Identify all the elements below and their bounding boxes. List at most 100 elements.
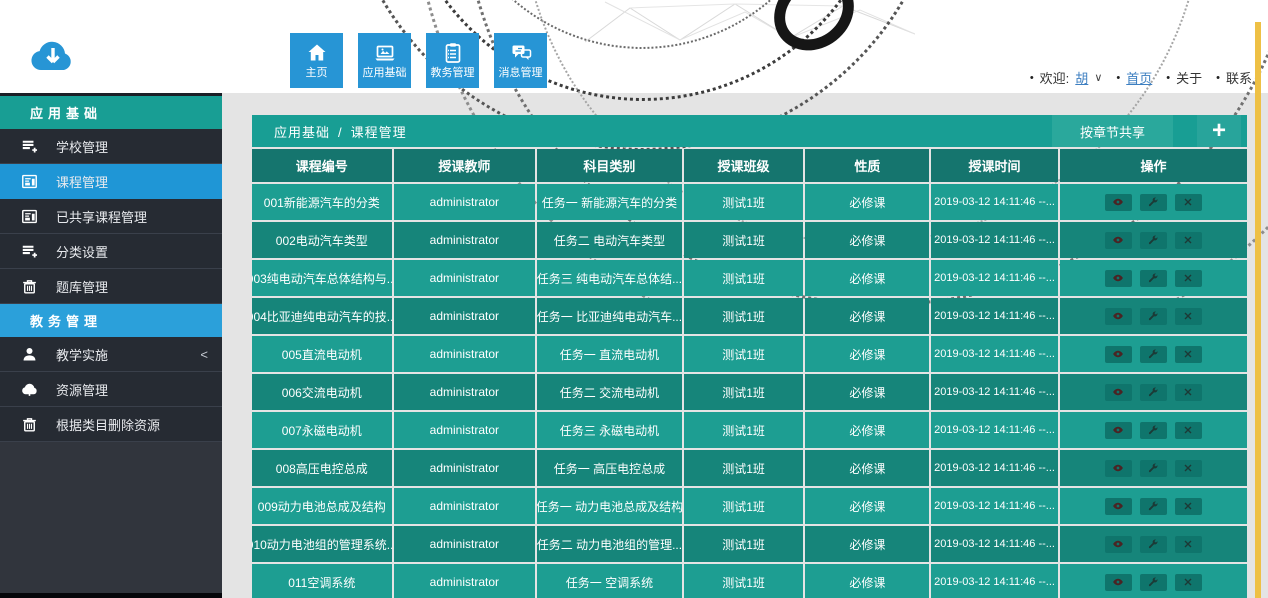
- nav-button-应用基础[interactable]: 应用基础: [358, 33, 411, 88]
- list-add-icon: [20, 137, 42, 155]
- delete-button[interactable]: [1175, 460, 1202, 477]
- cell-time: 2019-03-12 14:11:46 --...: [931, 336, 1058, 372]
- edit-button[interactable]: [1140, 422, 1167, 439]
- nav-button-教务管理[interactable]: 教务管理: [426, 33, 479, 88]
- edit-button[interactable]: [1140, 194, 1167, 211]
- edit-button[interactable]: [1140, 232, 1167, 249]
- edit-button[interactable]: [1140, 574, 1167, 591]
- cell-actions: [1060, 298, 1247, 334]
- eye-icon: [1112, 196, 1124, 208]
- trash-icon: [20, 415, 42, 433]
- header-link-联系[interactable]: 联系: [1226, 68, 1252, 87]
- user-link[interactable]: 胡: [1075, 68, 1088, 87]
- column-header-课程编号: 课程编号: [252, 149, 392, 182]
- wrench-icon: [1147, 462, 1159, 474]
- breadcrumb: 应用基础/课程管理: [252, 122, 407, 141]
- sidebar-filler: [0, 442, 222, 593]
- view-button[interactable]: [1105, 232, 1132, 249]
- cell-code: 001新能源汽车的分类: [252, 184, 392, 220]
- sidebar-section-应用基础: 应用基础: [0, 96, 222, 129]
- cell-nature: 必修课: [805, 564, 929, 598]
- sidebar-item-资源管理[interactable]: 资源管理: [0, 372, 222, 407]
- wrench-icon: [1147, 576, 1159, 588]
- chat-icon: [509, 40, 533, 66]
- view-button[interactable]: [1105, 194, 1132, 211]
- cell-actions: [1060, 260, 1247, 296]
- home-icon: [305, 40, 329, 66]
- cell-class: 测试1班: [684, 526, 804, 562]
- delete-button[interactable]: [1175, 308, 1202, 325]
- cell-nature: 必修课: [805, 260, 929, 296]
- table-row: 008高压电控总成administrator任务一 高压电控总成测试1班必修课2…: [252, 450, 1247, 486]
- close-icon: [1182, 272, 1194, 284]
- cell-teacher: administrator: [394, 260, 536, 296]
- sidebar-item-label: 根据类目删除资源: [56, 415, 160, 434]
- sidebar-item-题库管理[interactable]: 题库管理: [0, 269, 222, 304]
- share-by-chapter-button[interactable]: 按章节共享: [1052, 115, 1173, 147]
- sidebar-item-课程管理[interactable]: 课程管理: [0, 164, 222, 199]
- cell-class: 测试1班: [684, 374, 804, 410]
- header-link-首页[interactable]: 首页: [1126, 68, 1152, 87]
- close-icon: [1182, 196, 1194, 208]
- sidebar-item-根据类目删除资源[interactable]: 根据类目删除资源: [0, 407, 222, 442]
- trash-icon: [20, 277, 42, 295]
- delete-button[interactable]: [1175, 574, 1202, 591]
- cell-nature: 必修课: [805, 450, 929, 486]
- delete-button[interactable]: [1175, 232, 1202, 249]
- view-button[interactable]: [1105, 308, 1132, 325]
- view-button[interactable]: [1105, 346, 1132, 363]
- bullet-dot: •: [1216, 72, 1220, 84]
- cloud-download-logo-icon[interactable]: [28, 36, 78, 81]
- cell-teacher: administrator: [394, 374, 536, 410]
- view-button[interactable]: [1105, 498, 1132, 515]
- cell-subject: 任务三 永磁电动机: [537, 412, 682, 448]
- cell-class: 测试1班: [684, 488, 804, 524]
- edit-button[interactable]: [1140, 498, 1167, 515]
- sidebar-item-学校管理[interactable]: 学校管理: [0, 129, 222, 164]
- view-button[interactable]: [1105, 536, 1132, 553]
- cell-subject: 任务一 比亚迪纯电动汽车...: [537, 298, 682, 334]
- edit-button[interactable]: [1140, 308, 1167, 325]
- view-button[interactable]: [1105, 574, 1132, 591]
- nav-button-主页[interactable]: 主页: [290, 33, 343, 88]
- delete-button[interactable]: [1175, 194, 1202, 211]
- cell-time: 2019-03-12 14:11:46 --...: [931, 412, 1058, 448]
- column-header-操作: 操作: [1060, 149, 1247, 182]
- delete-button[interactable]: [1175, 270, 1202, 287]
- table-row: 009动力电池总成及结构administrator任务一 动力电池总成及结构测试…: [252, 488, 1247, 524]
- sidebar: 应用基础学校管理课程管理已共享课程管理分类设置题库管理教务管理教学实施<资源管理…: [0, 93, 222, 598]
- edit-button[interactable]: [1140, 384, 1167, 401]
- chevron-down-icon[interactable]: ∨: [1094, 71, 1102, 84]
- edit-button[interactable]: [1140, 460, 1167, 477]
- table-row: 010动力电池组的管理系统...administrator任务二 动力电池组的管…: [252, 526, 1247, 562]
- welcome-label: 欢迎:: [1040, 68, 1070, 87]
- sidebar-item-分类设置[interactable]: 分类设置: [0, 234, 222, 269]
- delete-button[interactable]: [1175, 422, 1202, 439]
- cell-subject: 任务二 交流电动机: [537, 374, 682, 410]
- chevron-left-icon[interactable]: <: [200, 347, 208, 362]
- view-button[interactable]: [1105, 460, 1132, 477]
- cell-actions: [1060, 564, 1247, 598]
- header-link-关于[interactable]: 关于: [1176, 68, 1202, 87]
- edit-button[interactable]: [1140, 346, 1167, 363]
- column-header-授课班级: 授课班级: [684, 149, 804, 182]
- cell-time: 2019-03-12 14:11:46 --...: [931, 260, 1058, 296]
- sidebar-item-已共享课程管理[interactable]: 已共享课程管理: [0, 199, 222, 234]
- eye-icon: [1112, 310, 1124, 322]
- breadcrumb-parent[interactable]: 应用基础: [274, 125, 330, 140]
- edit-button[interactable]: [1140, 270, 1167, 287]
- view-button[interactable]: [1105, 270, 1132, 287]
- delete-button[interactable]: [1175, 346, 1202, 363]
- view-button[interactable]: [1105, 422, 1132, 439]
- nav-button-消息管理[interactable]: 消息管理: [494, 33, 547, 88]
- add-course-button[interactable]: +: [1197, 115, 1241, 147]
- cell-subject: 任务二 电动汽车类型: [537, 222, 682, 258]
- breadcrumb-separator: /: [338, 125, 343, 140]
- delete-button[interactable]: [1175, 498, 1202, 515]
- sidebar-item-教学实施[interactable]: 教学实施<: [0, 337, 222, 372]
- delete-button[interactable]: [1175, 384, 1202, 401]
- edit-button[interactable]: [1140, 536, 1167, 553]
- delete-button[interactable]: [1175, 536, 1202, 553]
- view-button[interactable]: [1105, 384, 1132, 401]
- eye-icon: [1112, 538, 1124, 550]
